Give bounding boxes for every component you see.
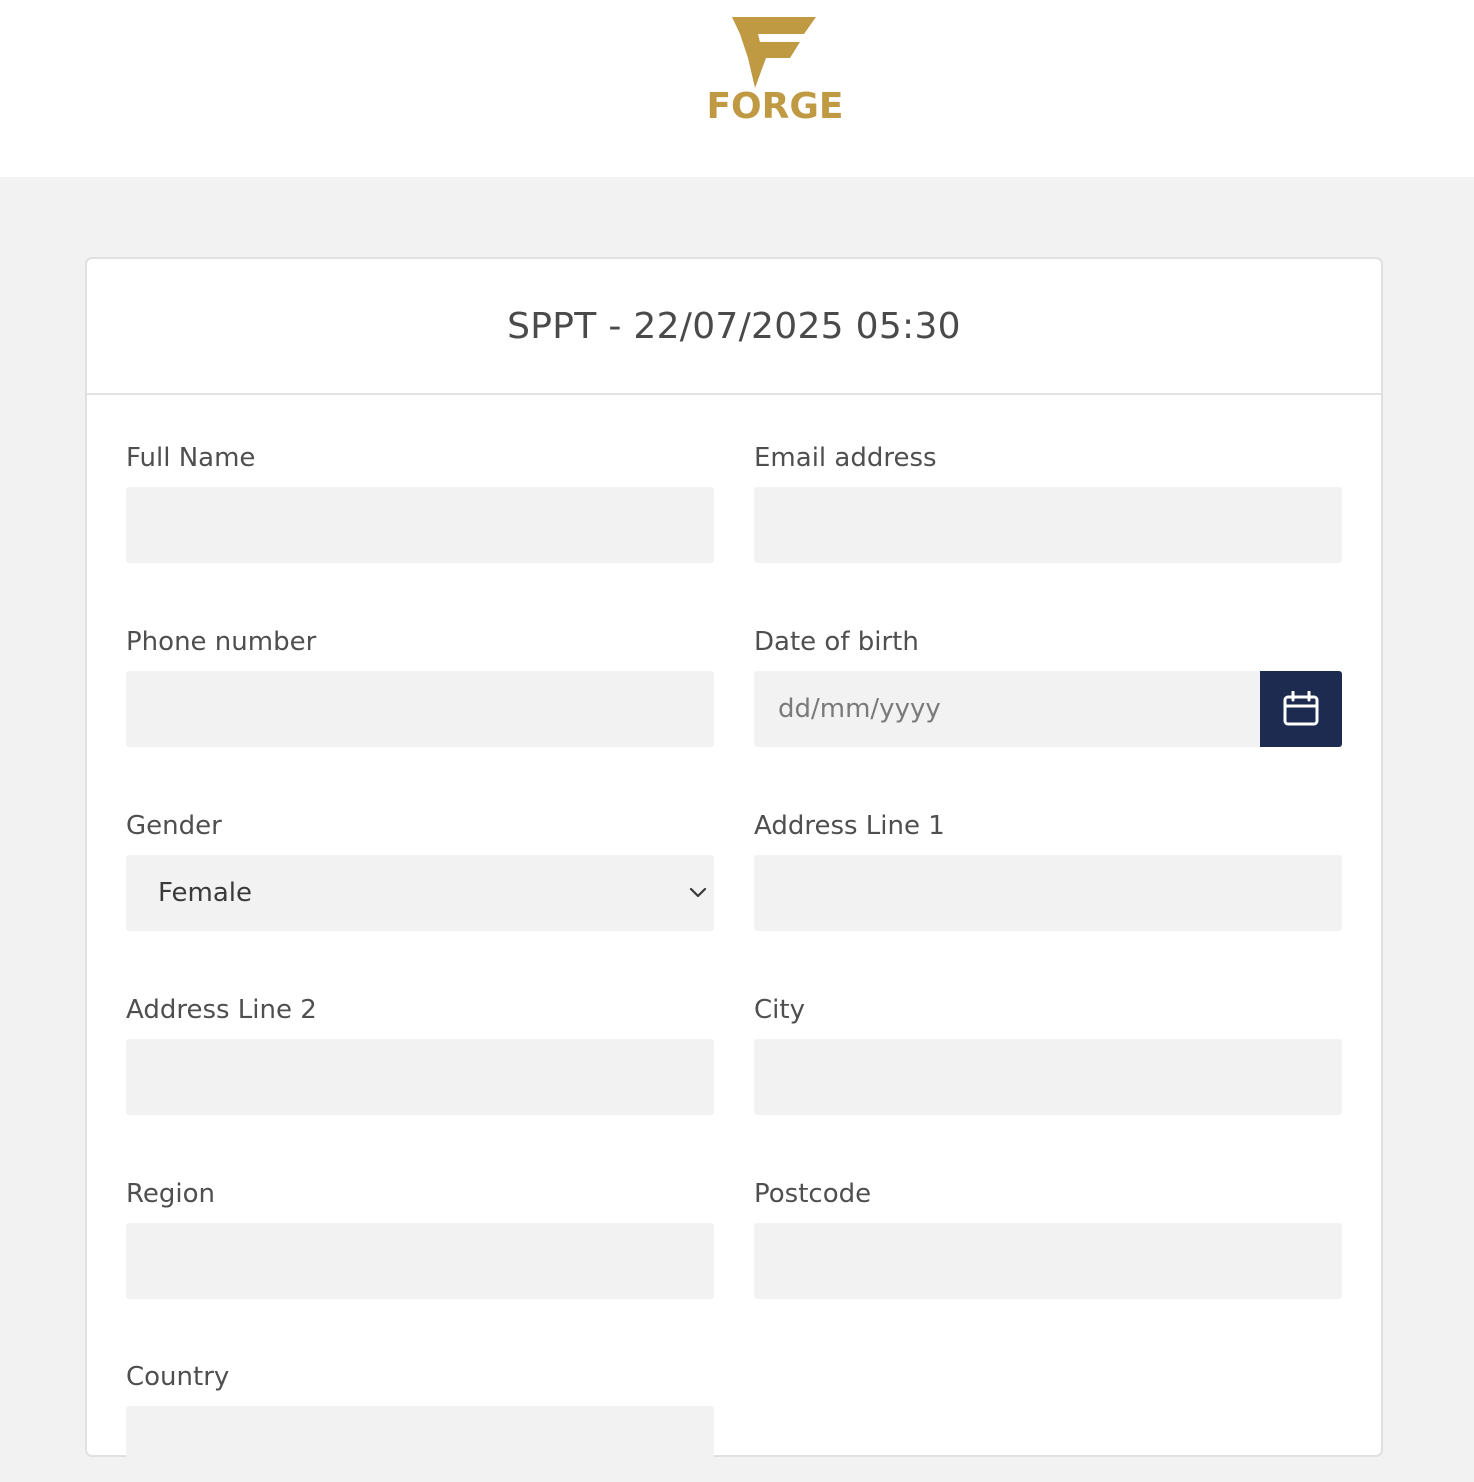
calendar-button[interactable] bbox=[1260, 671, 1342, 747]
city-field: City bbox=[754, 994, 1342, 1115]
city-input[interactable] bbox=[754, 1039, 1342, 1115]
gender-select[interactable]: Female bbox=[126, 855, 714, 931]
gender-selected-value: Female bbox=[158, 878, 253, 908]
address2-input[interactable] bbox=[126, 1039, 714, 1115]
address1-input[interactable] bbox=[754, 855, 1342, 931]
phone-field: Phone number bbox=[126, 626, 714, 747]
postcode-field: Postcode bbox=[754, 1178, 1342, 1299]
full-name-input[interactable] bbox=[126, 487, 714, 563]
country-field: Country bbox=[126, 1361, 714, 1482]
address2-label: Address Line 2 bbox=[126, 995, 317, 1025]
calendar-icon bbox=[1283, 691, 1319, 726]
country-select[interactable] bbox=[126, 1406, 714, 1482]
phone-input[interactable] bbox=[126, 671, 714, 747]
logo-wordmark: FORGE bbox=[706, 86, 844, 127]
dob-input-group bbox=[754, 671, 1342, 747]
address1-field: Address Line 1 bbox=[754, 810, 1342, 931]
dob-input[interactable] bbox=[754, 671, 1260, 747]
chevron-down-icon bbox=[689, 887, 707, 898]
gender-label: Gender bbox=[126, 811, 222, 841]
form-title: SPPT - 22/07/2025 05:30 bbox=[87, 259, 1381, 395]
phone-label: Phone number bbox=[126, 627, 317, 657]
full-name-field: Full Name bbox=[126, 442, 714, 563]
forge-logo-mark-icon bbox=[732, 17, 816, 88]
city-label: City bbox=[754, 995, 805, 1025]
site-header: FORGE bbox=[0, 0, 1474, 177]
region-field: Region bbox=[126, 1178, 714, 1299]
address2-field: Address Line 2 bbox=[126, 994, 714, 1115]
country-label: Country bbox=[126, 1362, 230, 1392]
dob-label: Date of birth bbox=[754, 627, 919, 657]
region-input[interactable] bbox=[126, 1223, 714, 1299]
dob-field: Date of birth bbox=[754, 626, 1342, 747]
forge-logo[interactable]: FORGE bbox=[700, 14, 850, 130]
email-field: Email address bbox=[754, 442, 1342, 563]
address1-label: Address Line 1 bbox=[754, 811, 945, 841]
postcode-input[interactable] bbox=[754, 1223, 1342, 1299]
postcode-label: Postcode bbox=[754, 1179, 872, 1209]
gender-field: Gender Female bbox=[126, 810, 714, 931]
email-label: Email address bbox=[754, 443, 937, 473]
region-label: Region bbox=[126, 1179, 216, 1209]
full-name-label: Full Name bbox=[126, 443, 256, 473]
email-input[interactable] bbox=[754, 487, 1342, 563]
registration-card: SPPT - 22/07/2025 05:30 Full Name Email … bbox=[85, 257, 1383, 1482]
